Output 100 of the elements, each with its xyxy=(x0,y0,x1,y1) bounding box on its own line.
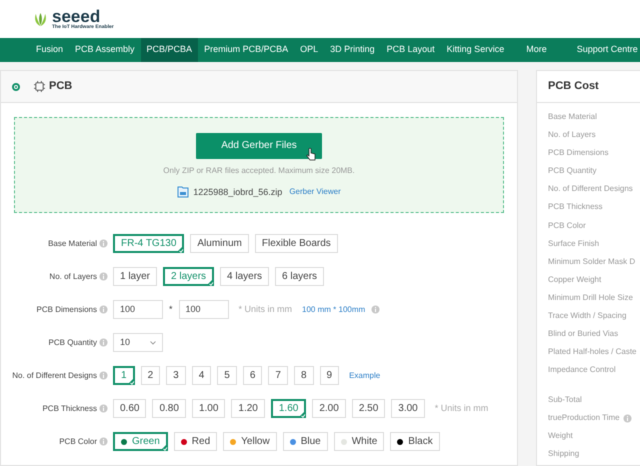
radio-button[interactable] xyxy=(12,82,20,90)
logo-icon xyxy=(33,12,48,26)
info-icon xyxy=(371,305,380,314)
nav-tab[interactable]: PCB Assembly xyxy=(69,38,141,62)
chevron-down-icon xyxy=(150,340,156,344)
option-button[interactable]: 2.00 xyxy=(312,399,346,418)
option-button[interactable]: 5 xyxy=(217,366,237,385)
option-button[interactable]: 4 layers xyxy=(220,267,270,286)
option-button[interactable]: Blue xyxy=(282,432,328,451)
option-button[interactable]: 1 layer xyxy=(113,267,158,286)
cost-item: Copper Weight xyxy=(548,274,602,286)
cost-item: Surface Finish xyxy=(548,238,600,250)
cost-item: Blind or Buried Vias xyxy=(548,328,620,340)
check-corner-icon xyxy=(298,410,306,418)
nav-tab[interactable]: Fusion xyxy=(30,38,70,62)
summary-item: trueProduction Time xyxy=(548,412,620,424)
option-button[interactable]: 2 xyxy=(140,366,160,385)
option-button[interactable]: 0.60 xyxy=(113,399,146,418)
option-button[interactable]: 1.00 xyxy=(192,399,226,418)
field-label: PCB Dimensions xyxy=(36,304,97,316)
hand-cursor-icon xyxy=(306,148,316,161)
zip-file-icon xyxy=(177,186,190,198)
field-label: PCB Thickness xyxy=(42,402,97,414)
summary-item: Shipping xyxy=(548,448,580,460)
nav-tab[interactable]: PCB/PCBA xyxy=(140,38,198,62)
option-button[interactable]: Green xyxy=(113,432,168,451)
option-button[interactable]: 2 layers xyxy=(163,267,214,286)
option-button[interactable]: 0.80 xyxy=(152,399,186,418)
option-button[interactable]: 6 layers xyxy=(275,267,324,286)
section-title: PCB xyxy=(49,79,72,94)
field-label: No. of Different Designs xyxy=(12,370,97,382)
width-input[interactable]: 100 xyxy=(113,300,163,319)
cost-item: Impedance Control xyxy=(548,364,617,376)
option-button[interactable]: 9 xyxy=(320,366,340,385)
dimension-link[interactable]: 100 mm * 100mm xyxy=(302,304,366,316)
nav-tab[interactable]: Premium PCB/PCBA xyxy=(198,38,294,62)
option-button[interactable]: 1.60 xyxy=(270,399,306,418)
cost-item: PCB Quantity xyxy=(548,165,598,178)
info-icon xyxy=(99,437,108,446)
option-button[interactable]: Flexible Boards xyxy=(254,234,338,253)
units-note: * Units in mm xyxy=(434,402,488,415)
option-button[interactable]: Red xyxy=(174,432,218,451)
field-label: No. of Layers xyxy=(49,270,97,282)
cost-item: PCB Color xyxy=(548,220,587,232)
chip-icon xyxy=(34,81,45,92)
logo-text: seeed xyxy=(52,8,100,24)
option-button[interactable]: FR-4 TG130 xyxy=(113,234,184,253)
file-name: 1225988_iobrd_56.zip xyxy=(193,186,282,199)
cost-item: Minimum Drill Hole Size xyxy=(548,292,634,304)
option-button[interactable]: Black xyxy=(390,432,440,451)
info-icon xyxy=(99,305,108,314)
option-button[interactable]: Yellow xyxy=(223,432,277,451)
nav-tab[interactable]: More xyxy=(520,38,553,62)
option-button[interactable]: 3 xyxy=(166,366,186,385)
nav-tab[interactable]: OPL xyxy=(294,38,324,62)
field-label: PCB Quantity xyxy=(48,336,97,348)
height-input[interactable]: 100 xyxy=(178,300,229,319)
option-button[interactable]: 1.20 xyxy=(231,399,265,418)
info-icon xyxy=(99,239,108,248)
cost-item: PCB Thickness xyxy=(548,201,604,214)
units-note: * Units in mm xyxy=(238,302,292,316)
option-button[interactable]: 2.50 xyxy=(352,399,386,418)
cost-item: Plated Half-holes / Caste xyxy=(548,346,638,358)
summary-item: Weight xyxy=(548,430,573,442)
field-label: Base Material xyxy=(48,238,97,250)
cost-item: Trace Width / Spacing xyxy=(548,310,628,322)
option-button[interactable]: 4 xyxy=(192,366,212,385)
option-button[interactable]: 3.00 xyxy=(391,399,425,418)
cost-item: Base Material xyxy=(548,111,598,123)
option-button[interactable]: 6 xyxy=(242,366,262,385)
nav-tab[interactable]: 3D Printing xyxy=(324,38,381,62)
info-icon xyxy=(622,414,632,423)
check-corner-icon xyxy=(206,278,214,286)
add-gerber-files-button[interactable]: Add Gerber Files xyxy=(196,132,322,158)
check-corner-icon xyxy=(160,443,168,451)
times-sign: * xyxy=(169,302,173,316)
info-icon xyxy=(99,272,108,281)
cost-item: No. of Different Designs xyxy=(548,183,634,196)
cost-item: Minimum Solder Mask D xyxy=(548,256,636,268)
option-button[interactable]: 7 xyxy=(268,366,288,385)
option-button[interactable]: Aluminum xyxy=(190,234,249,253)
option-button[interactable]: White xyxy=(334,432,384,451)
upload-note: Only ZIP or RAR files accepted. Maximum size 20MB. xyxy=(163,164,355,176)
field-label: PCB Color xyxy=(59,436,97,448)
check-corner-icon xyxy=(126,377,135,385)
cost-item: No. of Layers xyxy=(548,129,597,142)
option-button[interactable]: 1 xyxy=(113,366,135,385)
info-icon xyxy=(99,371,108,380)
gerber-viewer-link[interactable]: Gerber Viewer xyxy=(289,186,341,198)
nav-tab[interactable]: Support Centre xyxy=(570,38,640,62)
option-button[interactable]: 8 xyxy=(294,366,314,385)
example-link[interactable]: Example xyxy=(349,370,380,382)
nav-tab[interactable]: Kitting Service xyxy=(440,38,510,62)
cost-item: PCB Dimensions xyxy=(548,147,610,160)
cost-title: PCB Cost xyxy=(548,79,599,94)
info-icon xyxy=(99,404,108,413)
nav-tab[interactable]: PCB Layout xyxy=(380,38,441,62)
summary-item: Sub-Total xyxy=(548,394,582,406)
check-corner-icon xyxy=(176,245,184,253)
quantity-select[interactable]: 10 xyxy=(113,333,163,352)
